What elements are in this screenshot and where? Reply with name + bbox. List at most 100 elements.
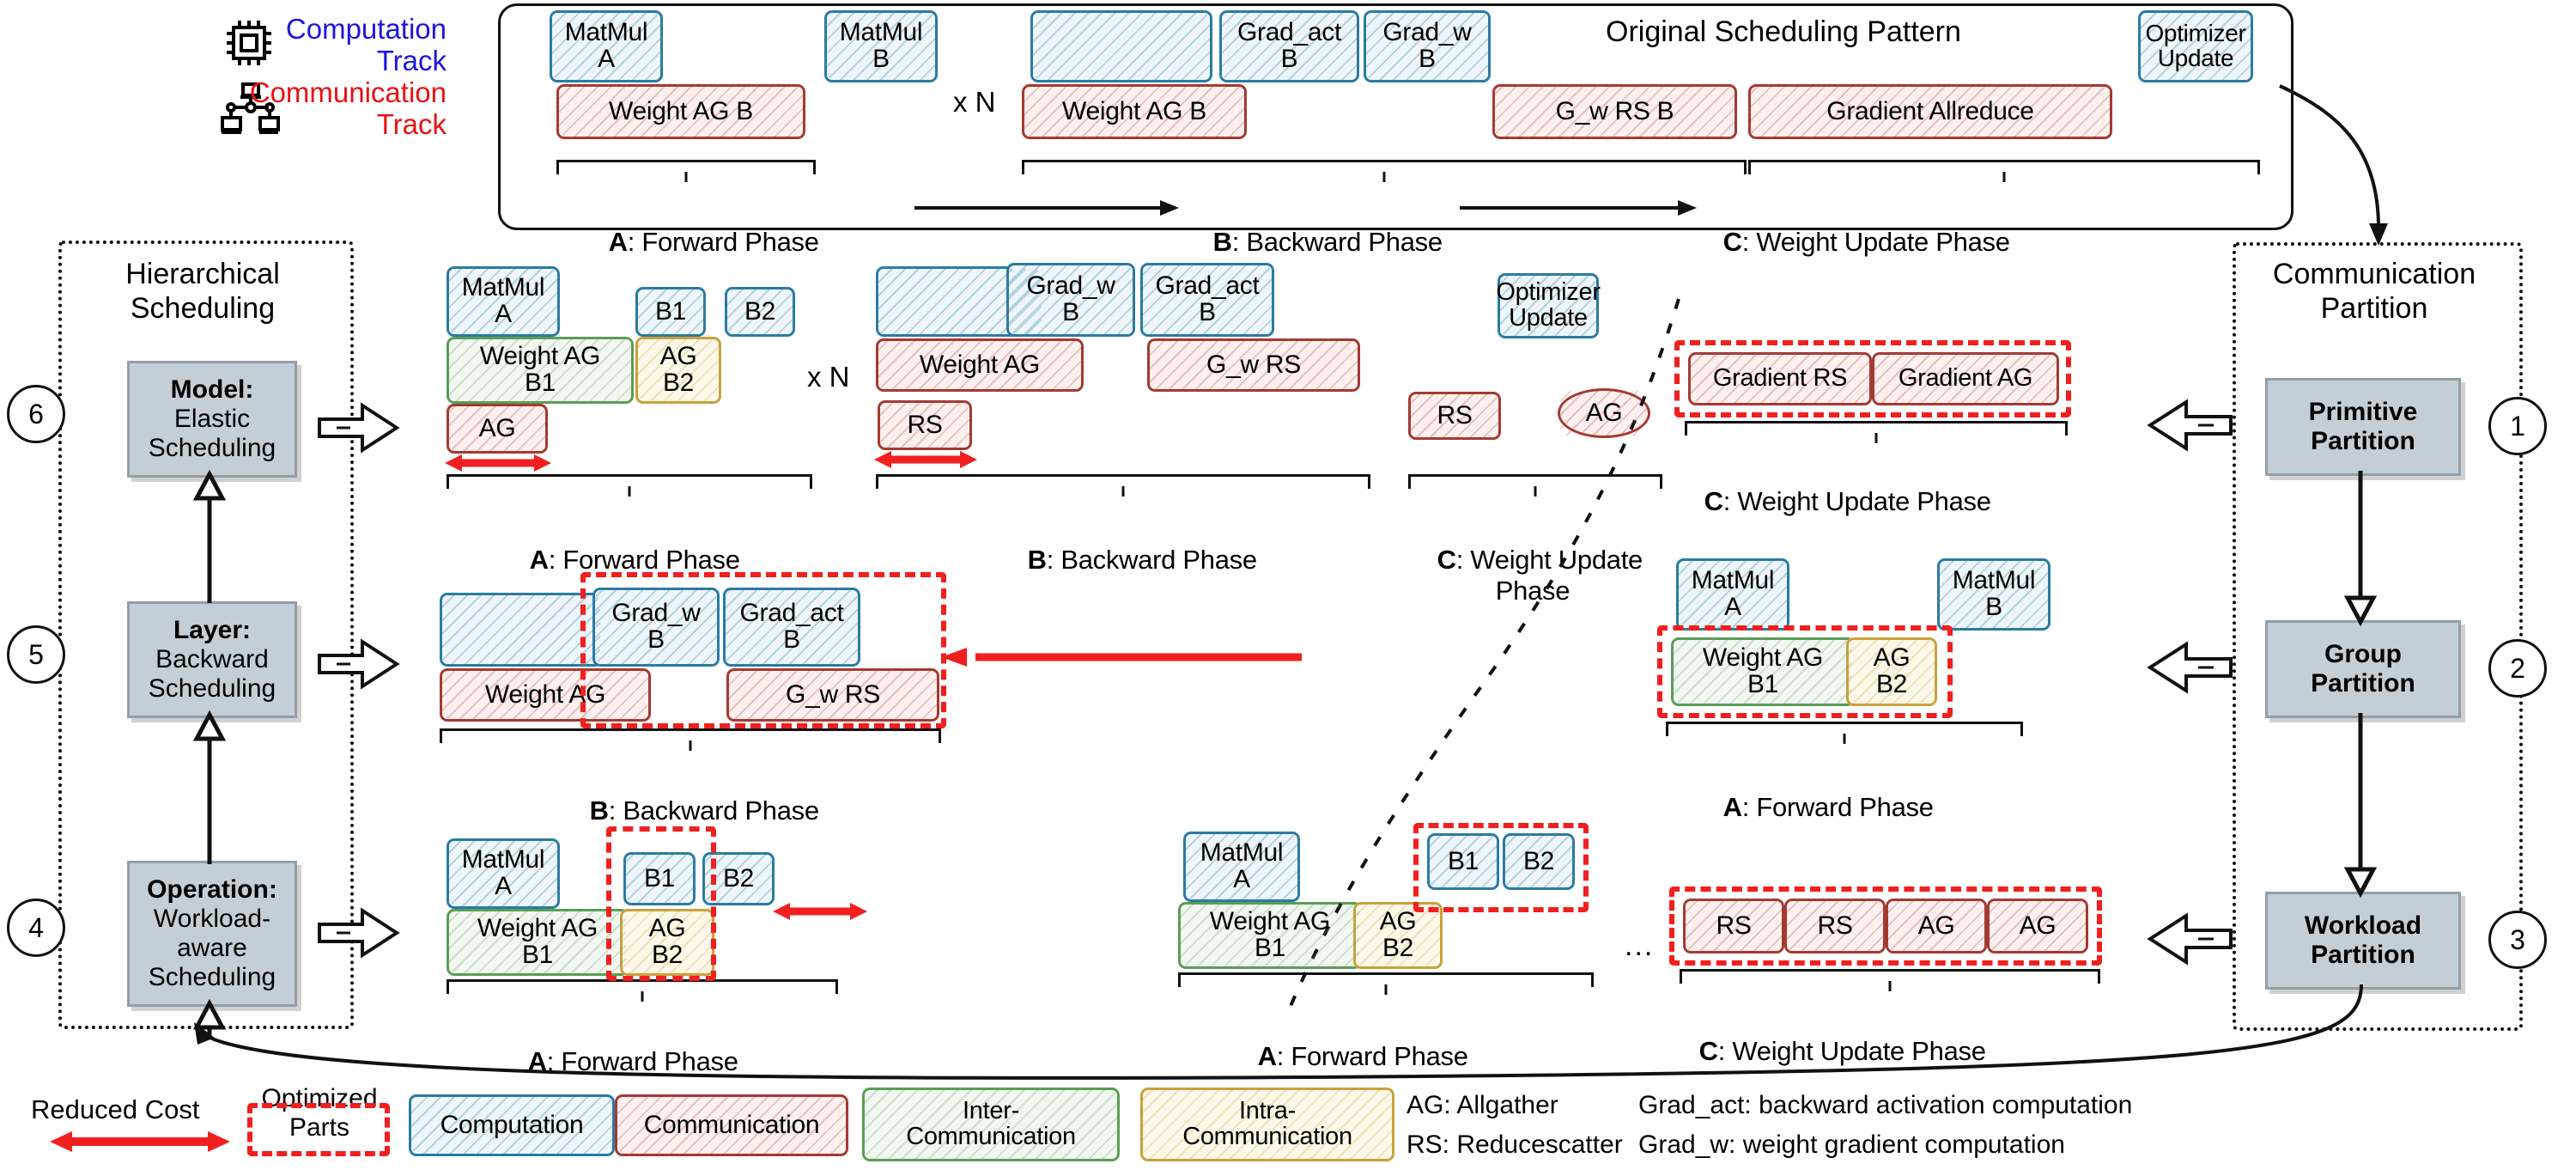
partition-box-primitive[interactable]: Primitive Partition — [2265, 378, 2461, 476]
workload-op-ag-2: AG — [1987, 899, 2088, 954]
layer-op-g-w-rs: G_w RS — [726, 668, 939, 722]
op-optimizer-update: Optimizer Update — [2138, 10, 2253, 82]
model-op-ag: AG — [447, 404, 548, 454]
group-op-weight-ag-b1: Weight AG B1 — [1671, 637, 1855, 706]
block-arrow-layer — [318, 638, 400, 690]
partition-group-head: Group — [2324, 640, 2402, 669]
arrow-backward-to-update — [1460, 200, 1697, 216]
phase-label-update-top: C: Weight Update Phase — [1722, 227, 2010, 257]
level-operation-body: Workload- aware Scheduling — [148, 905, 276, 991]
layer-op-grad-w-b: Grad_w B — [592, 588, 720, 667]
level-box-model[interactable]: Model: Elastic Scheduling — [127, 361, 297, 478]
level-box-layer[interactable]: Layer: Backward Scheduling — [127, 601, 297, 718]
legend-reduced-cost-label: Reduced Cost — [31, 1094, 200, 1124]
model-op-rs: RS — [878, 400, 972, 450]
group-op-matmul-a: MatMul A — [1676, 558, 1789, 631]
partition-group-body: Partition — [2311, 669, 2415, 698]
flow-arrow-top-to-right — [2279, 84, 2388, 246]
op-grad-act-b: Grad_act B — [1219, 10, 1359, 82]
model-op-matmul-a: MatMul A — [447, 266, 560, 337]
step-number-2: 2 — [2488, 639, 2547, 698]
model-op-grad-w-b: Grad_w B — [1006, 263, 1135, 337]
brace-forward-top — [556, 160, 816, 174]
operation-op-b1: B1 — [623, 852, 696, 905]
op-matmul-a: MatMul A — [550, 10, 663, 82]
operation-op-matmul-a: MatMul A — [447, 838, 560, 909]
model-op-g-w-rs: G_w RS — [1147, 338, 1360, 392]
step-number-5: 5 — [7, 625, 65, 684]
brace-group-forward — [1666, 722, 2023, 736]
workload-op-rs-1: RS — [1683, 899, 1784, 954]
legend-abbrev-grad-act: Grad_act: backward activation computatio… — [1638, 1091, 2133, 1119]
primitive-op-gradient-ag: Gradient AG — [1872, 352, 2059, 405]
phase-label-workload-update: C: Weight Update Phase — [1698, 1036, 1986, 1066]
phase-label-operation-forward: A: Forward Phase — [527, 1046, 738, 1076]
arrow-layer-to-model — [192, 469, 227, 603]
step-number-1: 1 — [2488, 397, 2547, 455]
legend-box-computation: Computation — [409, 1094, 615, 1156]
communication-track-label: Communication Track — [249, 76, 447, 140]
partition-workload-body: Partition — [2311, 941, 2415, 969]
model-op-b1: B1 — [635, 287, 706, 337]
legend-reduced-cost-arrow — [50, 1131, 230, 1152]
phase-label-model-forward: A: Forward Phase — [529, 545, 740, 575]
legend-box-communication: Communication — [615, 1094, 848, 1156]
brace-primitive-update — [1685, 421, 2068, 436]
model-op-weight-ag-b1: Weight AG B1 — [447, 337, 634, 404]
block-arrow-model — [318, 402, 400, 454]
op-matmul-b: MatMul B — [824, 10, 938, 82]
arrow-group-to-workload — [2343, 713, 2378, 899]
partition-box-workload[interactable]: Workload Partition — [2265, 892, 2461, 990]
group-op-ag-b2: AG B2 — [1846, 637, 1937, 706]
level-operation-head: Operation: — [147, 875, 277, 905]
level-layer-head: Layer: — [173, 616, 252, 645]
step-number-4: 4 — [7, 899, 65, 957]
arrow-primitive-to-group — [2343, 471, 2378, 627]
middle-op-matmul-a: MatMul A — [1183, 832, 1300, 902]
op-gradient-allreduce: Gradient Allreduce — [1748, 84, 2112, 139]
block-arrow-workload — [2147, 912, 2233, 966]
op-grad-w-b: Grad_w B — [1364, 10, 1491, 82]
workload-op-rs-2: RS — [1784, 899, 1886, 954]
legend-abbrev-grad-w: Grad_w: weight gradient computation — [1638, 1130, 2065, 1159]
level-layer-body: Backward Scheduling — [148, 645, 276, 703]
operation-op-weight-ag-b1: Weight AG B1 — [447, 909, 629, 976]
middle-op-weight-ag-b1: Weight AG B1 — [1178, 902, 1362, 969]
brace-operation-forward — [447, 979, 838, 994]
middle-op-b1: B1 — [1427, 833, 1499, 890]
step-number-6: 6 — [7, 385, 65, 443]
communication-partition-title: Communication Partition — [2272, 258, 2476, 325]
model-op-optimizer-update: Optimizer Update — [1496, 273, 1601, 338]
top-repeat-label: x N — [953, 86, 996, 118]
model-update-op-rs: RS — [1408, 392, 1501, 440]
reduced-cost-arrow-operation — [773, 903, 867, 920]
operation-op-ag-b2: AG B2 — [620, 909, 714, 976]
partition-primitive-head: Primitive — [2308, 398, 2418, 427]
phase-label-forward-top: A: Forward Phase — [608, 227, 819, 257]
partition-primitive-body: Partition — [2311, 427, 2415, 455]
op-backward-block — [1030, 10, 1212, 82]
primitive-op-gradient-rs: Gradient RS — [1688, 352, 1872, 405]
phase-label-primitive-update: C: Weight Update Phase — [1704, 486, 1991, 516]
legend-box-inter-communication: Inter- Communication — [862, 1088, 1120, 1161]
block-arrow-operation — [318, 907, 400, 959]
op-weight-ag-b-2: Weight AG B — [1022, 84, 1247, 139]
step-number-3: 3 — [2488, 911, 2547, 969]
arrow-forward-to-backward — [914, 200, 1179, 216]
block-arrow-group — [2147, 641, 2233, 694]
partition-box-group[interactable]: Group Partition — [2265, 620, 2461, 718]
legend-optimized-parts-label: Optimized Parts — [261, 1084, 378, 1142]
op-g-w-rs-b: G_w RS B — [1492, 84, 1737, 139]
layer-op-weight-ag: Weight AG — [440, 668, 651, 722]
brace-update-top — [1748, 160, 2260, 174]
model-repeat-label: x N — [807, 361, 850, 393]
block-arrow-primitive — [2147, 399, 2233, 452]
model-op-grad-act-b: Grad_act B — [1140, 263, 1274, 337]
phase-label-group-forward: A: Forward Phase — [1722, 792, 1934, 822]
model-op-ag-b2: AG B2 — [635, 337, 721, 404]
reduced-cost-arrow-model-forward — [445, 454, 551, 472]
level-model-head: Model: — [170, 375, 254, 405]
partition-workload-head: Workload — [2304, 911, 2422, 941]
layer-op-backward-block — [440, 593, 603, 667]
legend-abbrev-rs: RS: Reducescatter — [1406, 1130, 1623, 1159]
